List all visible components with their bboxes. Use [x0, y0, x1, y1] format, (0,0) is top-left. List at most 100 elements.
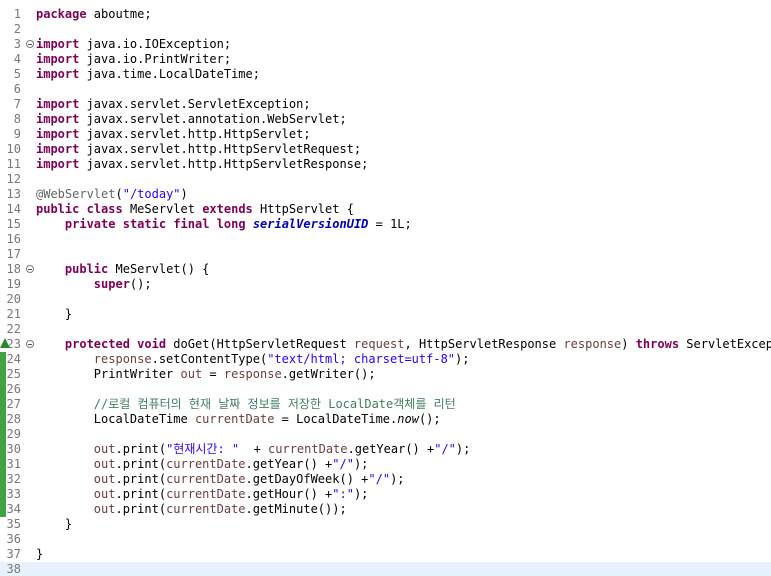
code-text[interactable]: import javax.servlet.http.HttpServletReq… — [24, 142, 361, 157]
code-line[interactable]: 14 public class MeServlet extends HttpSer… — [0, 202, 771, 217]
code-line[interactable]: 28 LocalDateTime currentDate = LocalDate… — [0, 412, 771, 427]
code-text[interactable]: } — [24, 307, 72, 322]
line-number: 4 — [13, 52, 21, 66]
code-text[interactable] — [24, 562, 36, 576]
code-line[interactable]: 18 public MeServlet() { — [0, 262, 771, 277]
code-text[interactable] — [24, 532, 36, 547]
code-text[interactable]: public class MeServlet extends HttpServl… — [24, 202, 354, 217]
code-text[interactable]: LocalDateTime currentDate = LocalDateTim… — [24, 412, 441, 427]
code-text[interactable]: out.print(currentDate.getHour() +":"); — [24, 487, 369, 502]
code-line[interactable]: 4 import java.io.PrintWriter; — [0, 52, 771, 67]
code-line[interactable]: 36 — [0, 532, 771, 547]
code-line[interactable]: 12 — [0, 172, 771, 187]
code-line[interactable]: 37} — [0, 547, 771, 562]
code-text[interactable] — [24, 322, 36, 337]
code-line[interactable]: 10 import javax.servlet.http.HttpServletR… — [0, 142, 771, 157]
code-text[interactable]: import java.io.IOException; — [24, 37, 231, 52]
code-text[interactable] — [24, 292, 36, 307]
code-token: import — [36, 52, 80, 66]
code-line[interactable]: 3 import java.io.IOException; — [0, 37, 771, 52]
code-editor[interactable]: 1 package aboutme; 2 3 import java.io.IOExce… — [0, 0, 771, 576]
code-line[interactable]: 23 protected void doGet(HttpServletReque… — [0, 337, 771, 352]
code-token: extends — [202, 202, 253, 216]
code-text[interactable]: package aboutme; — [24, 7, 152, 22]
code-text[interactable]: import java.time.LocalDateTime; — [24, 67, 260, 82]
code-line[interactable]: 27 //로컬 컴퓨터의 현재 날짜 정보를 저장한 LocalDate객체를 … — [0, 397, 771, 412]
code-text[interactable]: import javax.servlet.http.HttpServlet; — [24, 127, 311, 142]
code-line[interactable]: 1 package aboutme; — [0, 7, 771, 22]
fold-collapse-icon[interactable] — [26, 340, 34, 348]
code-token: request — [353, 337, 405, 351]
line-number: 13 — [6, 187, 21, 201]
code-token: response — [223, 367, 282, 381]
code-text[interactable]: //로컬 컴퓨터의 현재 날짜 정보를 저장한 LocalDate객체를 리턴 — [24, 397, 456, 412]
code-line[interactable]: 21 } — [0, 307, 771, 322]
code-text[interactable]: super(); — [24, 277, 152, 292]
line-number: 6 — [13, 82, 21, 96]
code-text[interactable]: PrintWriter out = response.getWriter(); — [24, 367, 376, 382]
code-text[interactable]: protected void doGet(HttpServletRequest … — [24, 337, 771, 352]
code-token: ) — [180, 187, 188, 201]
fold-collapse-icon[interactable] — [26, 265, 34, 273]
code-line[interactable]: 35 } — [0, 517, 771, 532]
line-number: 15 — [6, 217, 21, 231]
code-text[interactable]: out.print(currentDate.getDayOfWeek() +"/… — [24, 472, 405, 487]
code-line[interactable]: 11 import javax.servlet.http.HttpServletR… — [0, 157, 771, 172]
code-text[interactable] — [24, 427, 36, 442]
code-line[interactable]: 22 — [0, 322, 771, 337]
code-text[interactable]: import java.io.PrintWriter; — [24, 52, 231, 67]
code-text[interactable]: out.print("현재시간: " + currentDate.getYear… — [24, 442, 471, 457]
code-text[interactable]: import javax.servlet.annotation.WebServl… — [24, 112, 347, 127]
code-text[interactable] — [24, 247, 36, 262]
current-code-line[interactable]: 38 — [0, 562, 771, 576]
code-text[interactable] — [24, 22, 36, 37]
code-token: (); — [129, 277, 152, 291]
code-line[interactable]: 16 — [0, 232, 771, 247]
code-line[interactable]: 32 out.print(currentDate.getDayOfWeek() … — [0, 472, 771, 487]
code-text[interactable]: response.setContentType("text/html; char… — [24, 352, 470, 367]
code-text[interactable]: out.print(currentDate.getMinute()); — [24, 502, 347, 517]
code-line[interactable]: 25 PrintWriter out = response.getWriter(… — [0, 367, 771, 382]
code-text[interactable]: } — [24, 517, 72, 532]
code-text[interactable]: import javax.servlet.http.HttpServletRes… — [24, 157, 368, 172]
code-line[interactable]: 2 — [0, 22, 771, 37]
code-line[interactable]: 30 out.print("현재시간: " + currentDate.getY… — [0, 442, 771, 457]
override-triangle-icon[interactable] — [0, 338, 10, 348]
code-token: "/" — [332, 457, 354, 471]
code-line[interactable]: 31 out.print(currentDate.getYear() +"/")… — [0, 457, 771, 472]
line-number: 16 — [6, 232, 21, 246]
fold-collapse-icon[interactable] — [26, 40, 34, 48]
code-token: final — [173, 217, 210, 231]
code-text[interactable]: private static final long serialVersionU… — [24, 217, 412, 232]
code-text[interactable] — [24, 82, 36, 97]
code-text[interactable]: import javax.servlet.ServletException; — [24, 97, 311, 112]
code-text[interactable]: } — [24, 547, 43, 562]
code-text[interactable]: out.print(currentDate.getYear() +"/"); — [24, 457, 369, 472]
code-line[interactable]: 9 import javax.servlet.http.HttpServlet; — [0, 127, 771, 142]
code-line[interactable]: 5 import java.time.LocalDateTime; — [0, 67, 771, 82]
code-line[interactable]: 6 — [0, 82, 771, 97]
code-line[interactable]: 13 @WebServlet("/today") — [0, 187, 771, 202]
code-text[interactable]: public MeServlet() { — [24, 262, 210, 277]
code-text[interactable] — [24, 172, 36, 187]
code-token: ); — [390, 472, 405, 486]
code-line[interactable]: 15 private static final long serialVersi… — [0, 217, 771, 232]
code-line[interactable]: 20 — [0, 292, 771, 307]
code-text[interactable] — [24, 382, 36, 397]
code-token: java.time.LocalDateTime; — [79, 67, 260, 81]
code-text[interactable]: @WebServlet("/today") — [24, 187, 188, 202]
code-text[interactable] — [24, 232, 36, 247]
code-token: now — [397, 412, 419, 426]
code-line[interactable]: 8 import javax.servlet.annotation.WebServ… — [0, 112, 771, 127]
code-line[interactable]: 34 out.print(currentDate.getMinute()); — [0, 502, 771, 517]
code-line[interactable]: 17 — [0, 247, 771, 262]
code-line[interactable]: 29 — [0, 427, 771, 442]
code-line[interactable]: 26 — [0, 382, 771, 397]
code-line[interactable]: 19 super(); — [0, 277, 771, 292]
code-lines[interactable]: 1 package aboutme; 2 3 import java.io.IOExce… — [0, 7, 771, 576]
code-line[interactable]: 24 response.setContentType("text/html; c… — [0, 352, 771, 367]
code-line[interactable]: 33 out.print(currentDate.getHour() +":")… — [0, 487, 771, 502]
code-line[interactable]: 7 import javax.servlet.ServletException; — [0, 97, 771, 112]
